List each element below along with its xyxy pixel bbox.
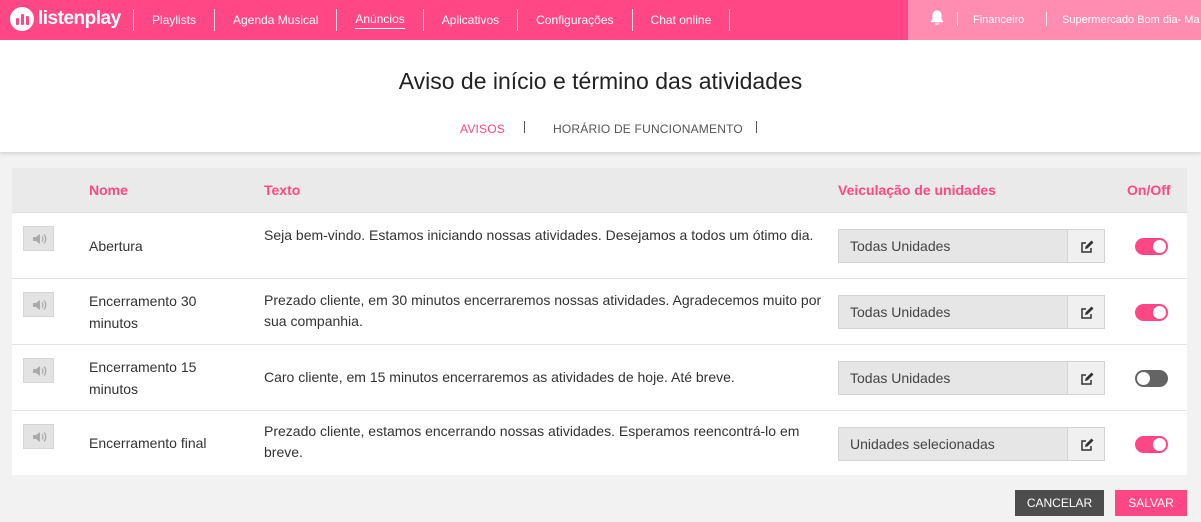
col-header-texto: Texto — [264, 182, 301, 198]
on-off-toggle[interactable] — [1135, 370, 1168, 387]
topbar-divider — [1046, 12, 1047, 26]
edit-icon — [1081, 306, 1094, 319]
on-off-toggle[interactable] — [1135, 304, 1168, 321]
edit-icon — [1081, 438, 1094, 451]
edit-units-button[interactable] — [1067, 361, 1105, 395]
bell-icon[interactable] — [929, 9, 945, 27]
edit-icon — [1081, 372, 1094, 385]
on-off-toggle[interactable] — [1135, 238, 1168, 255]
table-row: Abertura Seja bem-vindo. Estamos inician… — [12, 213, 1187, 279]
speaker-icon — [33, 432, 47, 442]
table-row: Encerramento 30 minutos Prezado cliente,… — [12, 279, 1187, 345]
table-row: Encerramento 15 minutos Caro cliente, em… — [12, 345, 1187, 411]
table-header: Nome Texto Veiculação de unidades On/Off — [12, 168, 1187, 213]
main-nav: Playlists Agenda Musical Anúncios Aplica… — [133, 0, 731, 40]
col-header-nome: Nome — [89, 182, 128, 198]
unit-selector: Todas Unidades — [838, 361, 1105, 395]
avisos-table: Nome Texto Veiculação de unidades On/Off… — [12, 168, 1187, 475]
speaker-icon — [33, 366, 47, 376]
row-text: Prezado cliente, em 30 minutos encerrare… — [264, 292, 822, 329]
nav-item-configuracoes[interactable]: Configurações — [518, 0, 631, 40]
row-text: Caro cliente, em 15 minutos encerraremos… — [264, 369, 735, 385]
brand-name: listenplay — [38, 8, 121, 29]
play-audio-button[interactable] — [23, 292, 54, 317]
unit-field[interactable]: Todas Unidades — [838, 295, 1067, 329]
row-name: Abertura — [89, 238, 143, 254]
toggle-knob — [1137, 372, 1150, 385]
page-title: Aviso de início e término das atividades — [398, 68, 803, 94]
topbar-divider — [957, 12, 958, 26]
tab-avisos[interactable]: AVISOS — [460, 122, 505, 136]
account-menu[interactable]: Supermercado Bom dia- Ma — [1062, 0, 1200, 40]
save-button[interactable]: SALVAR — [1115, 490, 1187, 516]
play-audio-button[interactable] — [23, 424, 54, 449]
on-off-toggle[interactable] — [1135, 436, 1168, 453]
row-name: Encerramento final — [89, 435, 207, 451]
brand-logo[interactable]: listenplay — [10, 7, 121, 31]
edit-icon — [1081, 240, 1094, 253]
toggle-knob — [1153, 438, 1166, 451]
speaker-icon — [33, 234, 47, 244]
col-header-onoff: On/Off — [1127, 182, 1171, 198]
unit-field[interactable]: Todas Unidades — [838, 361, 1067, 395]
row-text: Prezado cliente, estamos encerrando noss… — [264, 423, 800, 460]
toggle-knob — [1153, 306, 1166, 319]
unit-field[interactable]: Todas Unidades — [838, 229, 1067, 263]
unit-selector: Unidades selecionadas — [838, 427, 1105, 461]
toggle-knob — [1153, 240, 1166, 253]
col-header-veiculacao: Veiculação de unidades — [838, 182, 996, 198]
table-row: Encerramento final Prezado cliente, esta… — [12, 411, 1187, 477]
unit-field[interactable]: Unidades selecionadas — [838, 427, 1067, 461]
cancel-button[interactable]: CANCELAR — [1015, 490, 1104, 516]
nav-item-chat-online[interactable]: Chat online — [633, 0, 730, 40]
play-audio-button[interactable] — [23, 358, 54, 383]
logo-bars-icon — [10, 7, 34, 31]
speaker-icon — [33, 300, 47, 310]
nav-item-aplicativos[interactable]: Aplicativos — [424, 0, 517, 40]
nav-item-playlists[interactable]: Playlists — [134, 0, 214, 40]
tab-divider — [756, 121, 757, 133]
financeiro-link[interactable]: Financeiro — [973, 0, 1024, 40]
row-name: Encerramento 15 minutos — [89, 359, 197, 397]
row-text: Seja bem-vindo. Estamos iniciando nossas… — [264, 227, 814, 243]
edit-units-button[interactable] — [1067, 295, 1105, 329]
row-name: Encerramento 30 minutos — [89, 293, 197, 331]
edit-units-button[interactable] — [1067, 427, 1105, 461]
unit-selector: Todas Unidades — [838, 295, 1105, 329]
nav-item-agenda-musical[interactable]: Agenda Musical — [215, 0, 336, 40]
tab-divider — [524, 121, 525, 133]
play-audio-button[interactable] — [23, 226, 54, 251]
edit-units-button[interactable] — [1067, 229, 1105, 263]
nav-item-anuncios[interactable]: Anúncios — [337, 0, 422, 40]
tab-horario-funcionamento[interactable]: HORÁRIO DE FUNCIONAMENTO — [553, 122, 743, 136]
top-navbar: listenplay Playlists Agenda Musical Anún… — [0, 0, 1201, 40]
nav-divider — [729, 9, 731, 31]
unit-selector: Todas Unidades — [838, 229, 1105, 263]
page-header: Aviso de início e término das atividades… — [0, 40, 1201, 152]
